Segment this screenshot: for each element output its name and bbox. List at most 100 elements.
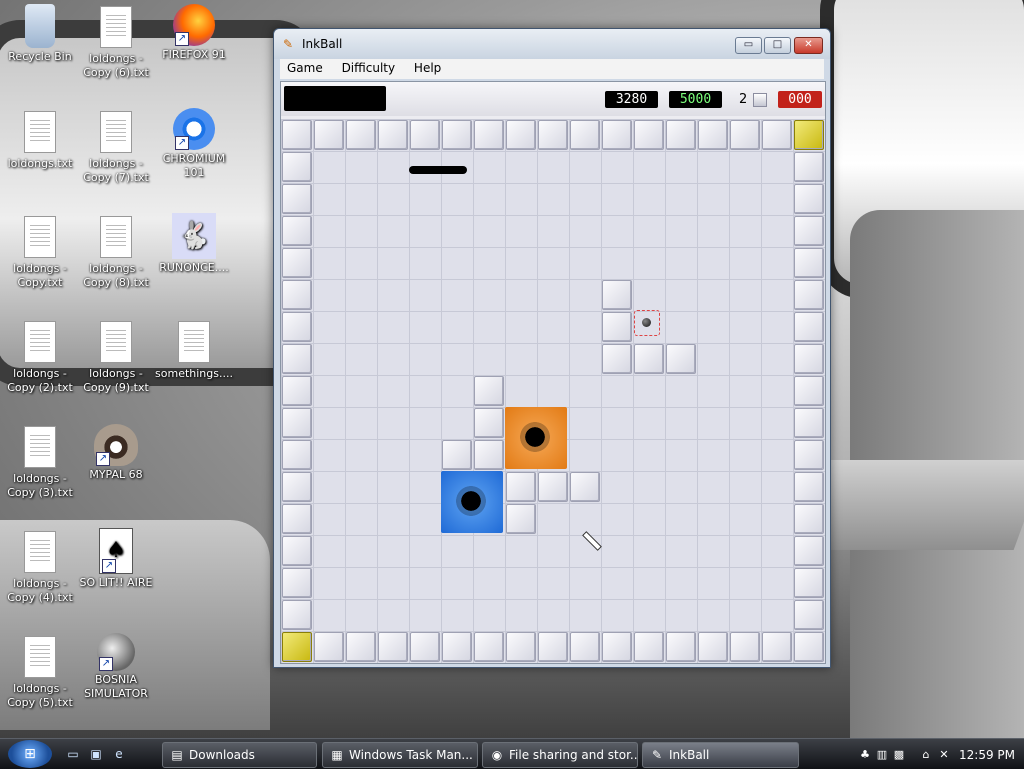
text-file-icon (20, 531, 60, 575)
balls-remaining-count: 2 (739, 92, 748, 107)
gold-wall-tile (794, 120, 824, 150)
desktop-icon-recycle-bin[interactable]: Recycle Bin (0, 4, 80, 64)
start-button[interactable]: ⊞ (8, 740, 52, 768)
wall-tile (282, 472, 312, 502)
desktop-icon-file[interactable]: loldongs - Copy (3).txt (0, 426, 80, 500)
orange-hole (505, 407, 567, 469)
wall-tile (794, 216, 824, 246)
taskbar-button-task-manager[interactable]: ▦ Windows Task Man... (322, 742, 478, 768)
desktop-icon-file[interactable]: loldongs - Copy (9).txt (76, 321, 156, 395)
desktop-icon-label: SO LIT!! AIRE (79, 576, 153, 589)
raccoon-icon: ↗ (94, 424, 138, 466)
wall-tile (282, 600, 312, 630)
game-area: 3280 5000 2 000 (280, 81, 826, 664)
desktop-icon-file[interactable]: loldongs - Copy (7).txt (76, 111, 156, 185)
wall-tile (442, 632, 472, 662)
desktop-icon-file[interactable]: loldongs - Copy (2).txt (0, 321, 80, 395)
taskbar-button-inkball[interactable]: ✎ InkBall (642, 742, 799, 768)
desktop-icon-firefox[interactable]: ↗ FIREFOX 91 (154, 4, 234, 62)
network-icon[interactable]: ⌂ (919, 748, 933, 762)
desktop-icon-file[interactable]: somethings.... (154, 321, 234, 381)
system-tray: ♣ ▥ ▩ ⌂ ✕ 12:59 PM (853, 742, 1024, 768)
menu-difficulty[interactable]: Difficulty (335, 59, 404, 75)
wall-tile (762, 632, 792, 662)
desktop-icon-mypal[interactable]: ↗ MYPAL 68 (76, 424, 156, 482)
cards-icon: ♠ ↗ (99, 528, 133, 574)
wall-tile (282, 248, 312, 278)
clock[interactable]: 12:59 PM (959, 748, 1015, 762)
wall-tile (282, 312, 312, 342)
desktop-icon-file[interactable]: loldongs - Copy (4).txt (0, 531, 80, 605)
tray-app-icon[interactable]: ▩ (892, 748, 906, 762)
wall-tile (506, 632, 536, 662)
desktop-icon-file[interactable]: loldongs.txt (0, 111, 80, 171)
taskbar-button-label: File sharing and stor... (509, 748, 638, 762)
wall-tile (474, 632, 504, 662)
desktop-icon-file[interactable]: loldongs - Copy (5).txt (0, 636, 80, 710)
bunny-icon: 🐇 (172, 213, 216, 259)
wall-tile (506, 120, 536, 150)
wall-tile (730, 120, 760, 150)
balls-remaining: 2 (739, 92, 767, 107)
text-file-icon (96, 111, 136, 155)
taskbar-button-label: InkBall (669, 748, 710, 762)
desktop-icon-runonce[interactable]: 🐇 RUNONCE.... (154, 213, 234, 275)
taskbar-button-downloads[interactable]: ▤ Downloads (162, 742, 317, 768)
wall-tile (282, 184, 312, 214)
desktop-icon-label: loldongs - Copy (3).txt (7, 472, 73, 499)
wall-tile (794, 312, 824, 342)
wall-tile (474, 376, 504, 406)
volume-muted-icon[interactable]: ✕ (937, 748, 951, 762)
desktop-icon-file[interactable]: loldongs - Copy (8).txt (76, 216, 156, 290)
desktop-icon-label: MYPAL 68 (89, 468, 143, 481)
text-file-icon (20, 426, 60, 470)
wall-tile (282, 120, 312, 150)
menu-bar: Game Difficulty Help (280, 59, 824, 79)
wall-tile (538, 632, 568, 662)
tray-app-icon[interactable]: ▥ (875, 748, 889, 762)
ball-tile-icon (753, 93, 767, 107)
wall-tile (346, 120, 376, 150)
wall-tile (506, 472, 536, 502)
wall-tile (634, 120, 664, 150)
wall-tile (666, 120, 696, 150)
desktop-icon-label: somethings.... (155, 367, 233, 380)
blue-hole (441, 471, 503, 533)
taskbar-button-label: Windows Task Man... (349, 748, 473, 762)
menu-game[interactable]: Game (280, 59, 331, 75)
desktop-icon-label: BOSNIA SIMULATOR (84, 673, 148, 700)
minimize-button[interactable]: ▭ (735, 37, 762, 54)
switch-windows-icon[interactable]: ▣ (88, 747, 104, 761)
desktop-icon-label: RUNONCE.... (159, 261, 229, 274)
wall-tile (698, 632, 728, 662)
wall-tile (602, 280, 632, 310)
timer-display: 000 (778, 91, 822, 108)
taskbar-button-file-sharing[interactable]: ◉ File sharing and stor... (482, 742, 638, 768)
wall-tile (570, 632, 600, 662)
game-board[interactable] (281, 119, 825, 663)
target-score-display: 5000 (669, 91, 722, 108)
ink-meter (284, 86, 386, 111)
wall-tile (794, 600, 824, 630)
close-button[interactable]: ✕ (794, 37, 823, 54)
maximize-button[interactable]: □ (764, 37, 791, 54)
wall-tile (602, 632, 632, 662)
wall-tile (442, 440, 472, 470)
show-desktop-icon[interactable]: ▭ (65, 747, 81, 761)
tray-app-icon[interactable]: ♣ (858, 748, 872, 762)
internet-explorer-icon[interactable]: e (111, 747, 127, 761)
desktop-icon-file[interactable]: loldongs - Copy (6).txt (76, 6, 156, 80)
desktop-icon-file[interactable]: loldongs - Copy.txt (0, 216, 80, 290)
menu-help[interactable]: Help (407, 59, 449, 75)
title-bar[interactable]: ✎ InkBall ▭ □ ✕ (274, 29, 830, 59)
desktop-icon-bosnia-simulator[interactable]: ↗ BOSNIA SIMULATOR (76, 633, 156, 701)
desktop-icon-solitaire[interactable]: ♠ ↗ SO LIT!! AIRE (76, 528, 156, 590)
ink-stroke (409, 166, 467, 174)
text-file-icon (174, 321, 214, 365)
desktop-icon-chromium[interactable]: ↗ CHROMIUM 101 (154, 108, 234, 180)
inkball-icon: ✎ (651, 748, 663, 762)
wall-tile (794, 344, 824, 374)
task-manager-icon: ▦ (331, 748, 343, 762)
wall-tile (602, 312, 632, 342)
browser-icon: ◉ (491, 748, 503, 762)
